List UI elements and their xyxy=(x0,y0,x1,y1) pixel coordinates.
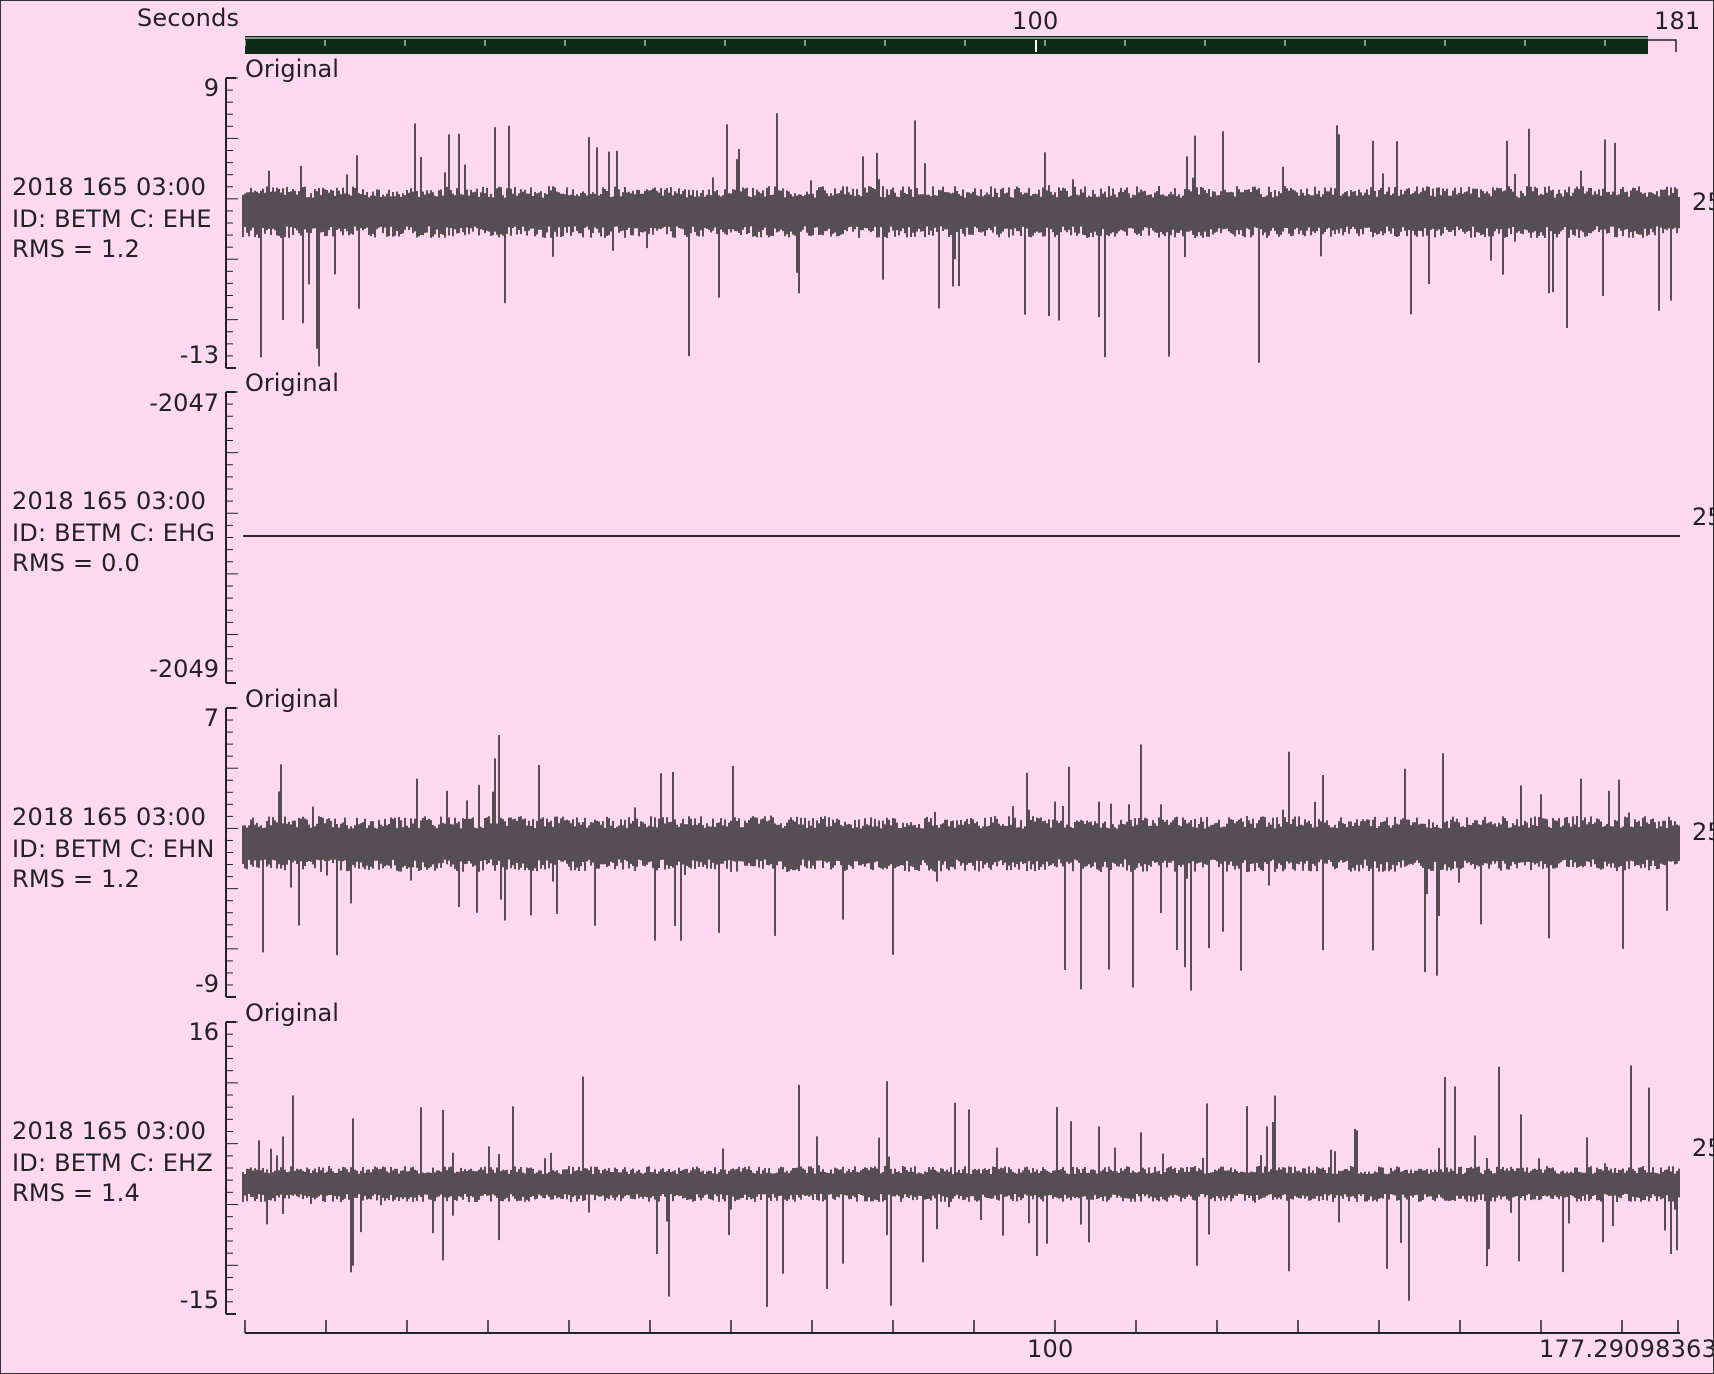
scrollbar-end-bracket xyxy=(1648,39,1677,52)
trace-3 xyxy=(242,735,1680,991)
trace-1 xyxy=(242,113,1680,367)
trace-4 xyxy=(242,1065,1680,1307)
time-scrollbar-track xyxy=(245,36,1648,54)
seismogram-viewer: Seconds 100 181 Original 9 -13 2018 165 … xyxy=(0,0,1714,1374)
trace-plot-area xyxy=(225,36,1680,1334)
